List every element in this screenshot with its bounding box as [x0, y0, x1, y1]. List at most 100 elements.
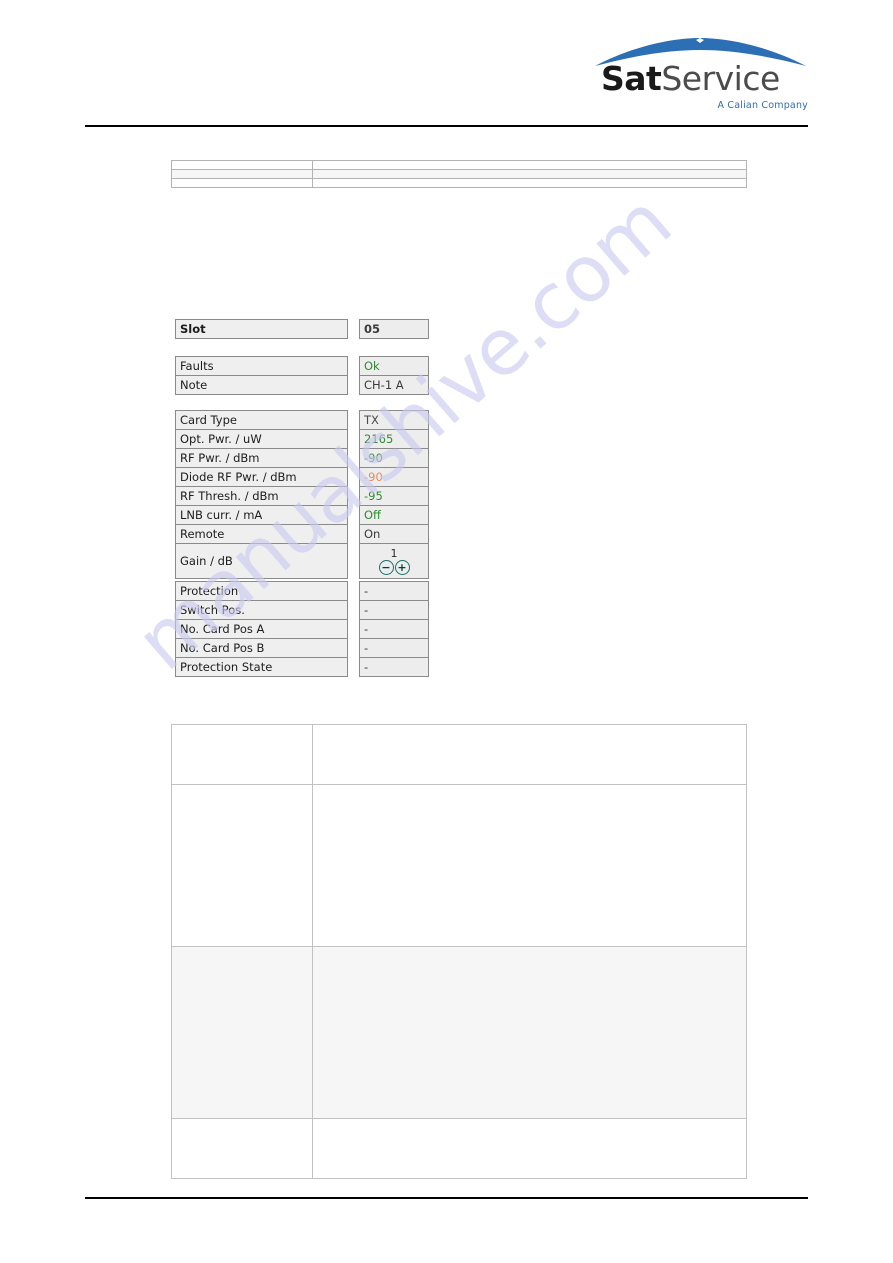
card-type-label: Card Type	[175, 410, 348, 430]
card-row-opt-pwr: Opt. Pwr. / uW 2165	[175, 429, 429, 449]
lnb-curr-label: LNB curr. / mA	[175, 505, 348, 525]
table-cell-label	[171, 1118, 313, 1179]
opt-pwr-value: 2165	[359, 429, 429, 449]
panel-gap	[348, 449, 360, 468]
status-row-faults: Faults Ok	[175, 356, 429, 376]
switch-pos-label: Switch Pos.	[175, 600, 348, 620]
protection-row-protection: Protection -	[175, 581, 429, 601]
table-cell-label	[171, 946, 313, 1119]
panel-gap	[348, 430, 360, 449]
no-card-pos-a-label: No. Card Pos A	[175, 619, 348, 639]
status-row-note: Note CH-1 A	[175, 375, 429, 395]
panel-gap	[348, 544, 360, 579]
protection-state-label: Protection State	[175, 657, 348, 677]
card-parameters-panel: Card Type TX Opt. Pwr. / uW 2165 RF Pwr.…	[175, 410, 429, 579]
protection-label: Protection	[175, 581, 348, 601]
diode-rf-pwr-label: Diode RF Pwr. / dBm	[175, 467, 348, 487]
panel-gap	[348, 411, 360, 430]
header-rule	[85, 125, 808, 127]
table-cell-text	[312, 160, 747, 170]
page-header: SatService A Calian Company	[0, 0, 893, 130]
remote-label: Remote	[175, 524, 348, 544]
no-card-pos-b-value: -	[359, 638, 429, 658]
no-card-pos-a-value: -	[359, 619, 429, 639]
card-row-rf-pwr: RF Pwr. / dBm -90	[175, 448, 429, 468]
rf-pwr-value: -90	[359, 448, 429, 468]
table-row	[171, 169, 747, 179]
status-panel-body: Faults Ok Note CH-1 A	[175, 356, 429, 395]
card-row-remote: Remote On	[175, 524, 429, 544]
top-description-table	[171, 160, 747, 188]
protection-panel-body: Protection - Switch Pos. - No. Card Pos …	[175, 581, 429, 677]
panel-gap	[348, 639, 360, 658]
footer-rule	[85, 1197, 808, 1199]
diode-rf-pwr-value: -90	[359, 467, 429, 487]
slot-panel-body: Slot 05	[175, 319, 429, 339]
gain-increment-button[interactable]: +	[394, 559, 410, 575]
protection-row-no-card-pos-a: No. Card Pos A -	[175, 619, 429, 639]
table-cell-text	[312, 178, 747, 188]
protection-row-switch-pos: Switch Pos. -	[175, 600, 429, 620]
rf-pwr-label: RF Pwr. / dBm	[175, 448, 348, 468]
panel-gap	[348, 525, 360, 544]
panel-gap	[348, 506, 360, 525]
protection-row-no-card-pos-b: No. Card Pos B -	[175, 638, 429, 658]
gain-stepper[interactable]: 1 − +	[359, 543, 429, 579]
panel-gap	[348, 601, 360, 620]
gain-decrement-button[interactable]: −	[378, 559, 394, 575]
logo-wordmark: SatService	[601, 60, 780, 98]
table-cell-label	[171, 169, 313, 179]
card-parameters-body: Card Type TX Opt. Pwr. / uW 2165 RF Pwr.…	[175, 410, 429, 579]
logo-tagline: A Calian Company	[717, 100, 808, 111]
bottom-description-table	[171, 724, 747, 1179]
switch-pos-value[interactable]: -	[359, 600, 429, 620]
slot-value[interactable]: 05	[359, 319, 429, 339]
panel-gap	[348, 658, 360, 677]
card-row-rf-thresh: RF Thresh. / dBm -95	[175, 486, 429, 506]
top-description-table-body	[171, 160, 747, 188]
logo-wordmark-bold: Sat	[601, 59, 662, 98]
lnb-curr-value[interactable]: Off	[359, 505, 429, 525]
table-cell-text	[312, 1118, 747, 1179]
card-row-card-type: Card Type TX	[175, 410, 429, 430]
panel-gap	[348, 620, 360, 639]
rf-thresh-value[interactable]: -95	[359, 486, 429, 506]
protection-state-value: -	[359, 657, 429, 677]
panel-gap	[348, 357, 360, 376]
table-cell-label	[171, 160, 313, 170]
gain-label: Gain / dB	[175, 543, 348, 579]
card-row-lnb-curr: LNB curr. / mA Off	[175, 505, 429, 525]
table-cell-label	[171, 724, 313, 785]
slot-panel: Slot 05	[175, 319, 429, 339]
table-row	[171, 724, 747, 785]
rf-thresh-label: RF Thresh. / dBm	[175, 486, 348, 506]
table-row	[171, 946, 747, 1119]
status-panel: Faults Ok Note CH-1 A	[175, 356, 429, 395]
table-row	[171, 784, 747, 947]
logo-wordmark-light: Service	[661, 59, 780, 98]
table-row	[171, 1118, 747, 1179]
table-cell-text	[312, 169, 747, 179]
panel-gap	[348, 487, 360, 506]
panel-gap	[348, 468, 360, 487]
table-cell-text	[312, 946, 747, 1119]
remote-value[interactable]: On	[359, 524, 429, 544]
opt-pwr-label: Opt. Pwr. / uW	[175, 429, 348, 449]
protection-row-protection-state: Protection State -	[175, 657, 429, 677]
table-cell-text	[312, 724, 747, 785]
gain-stepper-buttons: − +	[378, 559, 410, 575]
table-cell-text	[312, 784, 747, 947]
protection-panel: Protection - Switch Pos. - No. Card Pos …	[175, 581, 429, 677]
slot-row: Slot 05	[175, 319, 429, 339]
panel-gap	[348, 582, 360, 601]
card-row-diode-rf-pwr: Diode RF Pwr. / dBm -90	[175, 467, 429, 487]
satservice-logo: SatService A Calian Company	[593, 38, 808, 116]
panel-gap	[348, 320, 360, 339]
note-value[interactable]: CH-1 A	[359, 375, 429, 395]
gain-value: 1	[390, 546, 398, 560]
gain-stepper-stack: 1 − +	[362, 548, 426, 575]
protection-value[interactable]: -	[359, 581, 429, 601]
no-card-pos-b-label: No. Card Pos B	[175, 638, 348, 658]
table-cell-label	[171, 784, 313, 947]
note-label: Note	[175, 375, 348, 395]
